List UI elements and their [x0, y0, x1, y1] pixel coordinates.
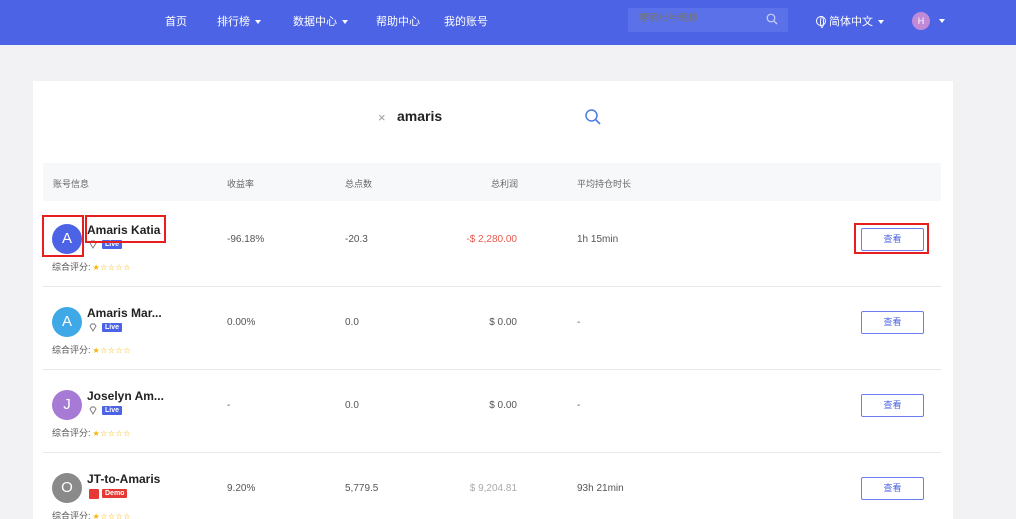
flag-icon: [89, 489, 99, 499]
avatar[interactable]: J: [52, 390, 82, 420]
header-points: 总点数: [345, 179, 373, 189]
rating: 综合评分: ★☆☆☆☆: [52, 260, 131, 273]
table-row: A Amaris Katia Live 综合评分: ★☆☆☆☆ -96.18% -20.3 -…: [43, 204, 941, 287]
chevron-down-icon: [255, 20, 261, 25]
user-avatar[interactable]: H: [912, 12, 930, 30]
diamond-icon: [89, 323, 97, 332]
nav-help-center[interactable]: 帮助中心: [376, 13, 420, 29]
nav-data-center[interactable]: 数据中心: [293, 13, 348, 29]
points: -20.3: [345, 234, 368, 245]
search-term[interactable]: amaris: [397, 108, 442, 124]
return-rate: -96.18%: [227, 234, 265, 245]
table-header: 账号信息 收益率 总点数 总利润 平均持仓时长: [43, 163, 941, 201]
avatar[interactable]: A: [52, 307, 82, 337]
rating-label: 综合评分:: [52, 511, 91, 519]
nav-rankings-label: 排行榜: [217, 16, 250, 28]
avg-hold-time: 93h 21min: [577, 483, 624, 494]
clear-search-icon[interactable]: ×: [378, 110, 386, 125]
account-type-badge: Demo: [102, 489, 128, 498]
profit: -$ 2,280.00: [466, 234, 517, 245]
search-bar: × amaris: [33, 81, 953, 151]
account-name[interactable]: Amaris Katia: [87, 223, 160, 237]
search-button-icon[interactable]: [584, 108, 602, 126]
star-icons: ★☆☆☆☆: [92, 346, 131, 355]
nav-home[interactable]: 首页: [165, 13, 187, 29]
avg-hold-time: 1h 15min: [577, 234, 619, 245]
points: 0.0: [345, 317, 359, 328]
rating: 综合评分: ★☆☆☆☆: [52, 509, 131, 519]
account-name[interactable]: Joselyn Am...: [87, 389, 164, 403]
avatar[interactable]: A: [52, 224, 82, 254]
top-nav: 首页 排行榜 数据中心 帮助中心 我的账号 简体中文 H: [0, 0, 1016, 45]
globe-icon: [816, 16, 826, 28]
language-selector[interactable]: 简体中文: [816, 13, 884, 29]
profit: $ 0.00: [489, 317, 517, 328]
profit: $ 0.00: [489, 400, 517, 411]
nav-my-account[interactable]: 我的账号: [444, 13, 488, 29]
nav-rankings[interactable]: 排行榜: [217, 13, 261, 29]
account-type-badge: Live: [102, 323, 123, 332]
table-row: A Amaris Mar... Live 综合评分: ★☆☆☆☆ 0.00% 0.0 $ 0.…: [43, 287, 941, 370]
header-return-rate: 收益率: [227, 179, 255, 189]
view-button[interactable]: 查看: [861, 394, 924, 417]
diamond-icon: [89, 406, 97, 415]
star-icons: ★☆☆☆☆: [92, 512, 131, 519]
rating: 综合评分: ★☆☆☆☆: [52, 426, 131, 439]
rating-label: 综合评分:: [52, 345, 91, 355]
header-profit: 总利润: [491, 179, 519, 189]
view-button[interactable]: 查看: [861, 228, 924, 251]
account-name[interactable]: JT-to-Amaris: [87, 472, 160, 486]
avg-hold-time: -: [577, 400, 581, 411]
rating-label: 综合评分:: [52, 428, 91, 438]
profit: $ 9,204.81: [469, 483, 517, 494]
nav-search-box: [628, 8, 788, 32]
header-account: 账号信息: [53, 179, 90, 189]
return-rate: 9.20%: [227, 483, 256, 494]
rating-label: 综合评分:: [52, 262, 91, 272]
view-button[interactable]: 查看: [861, 477, 924, 500]
language-label: 简体中文: [829, 16, 873, 28]
account-name[interactable]: Amaris Mar...: [87, 306, 162, 320]
star-icons: ★☆☆☆☆: [92, 263, 131, 272]
points: 5,779.5: [345, 483, 379, 494]
diamond-icon: [89, 240, 97, 249]
results-card: × amaris 账号信息 收益率 总点数 总利润 平均持仓时长 A Amaris…: [33, 81, 953, 519]
chevron-down-icon: [878, 20, 884, 25]
header-avg-hold: 平均持仓时长: [577, 179, 632, 189]
search-icon[interactable]: [766, 13, 778, 25]
avatar[interactable]: O: [52, 473, 82, 503]
view-button[interactable]: 查看: [861, 311, 924, 334]
account-type-badge: Live: [102, 240, 123, 249]
nav-data-center-label: 数据中心: [293, 16, 337, 28]
points: 0.0: [345, 400, 359, 411]
return-rate: -: [227, 400, 231, 411]
return-rate: 0.00%: [227, 317, 256, 328]
rating: 综合评分: ★☆☆☆☆: [52, 343, 131, 356]
user-menu-chevron-icon[interactable]: [939, 19, 945, 23]
table-row: J Joselyn Am... Live 综合评分: ★☆☆☆☆ - 0.0 $ 0.00 - 查…: [43, 370, 941, 453]
nav-search-input[interactable]: [638, 13, 758, 24]
chevron-down-icon: [342, 20, 348, 25]
account-type-badge: Live: [102, 406, 123, 415]
avg-hold-time: -: [577, 317, 581, 328]
star-icons: ★☆☆☆☆: [92, 429, 131, 438]
table-row: O JT-to-Amaris Demo 综合评分: ★☆☆☆☆ 9.20% 5,779.5 $…: [43, 453, 941, 519]
